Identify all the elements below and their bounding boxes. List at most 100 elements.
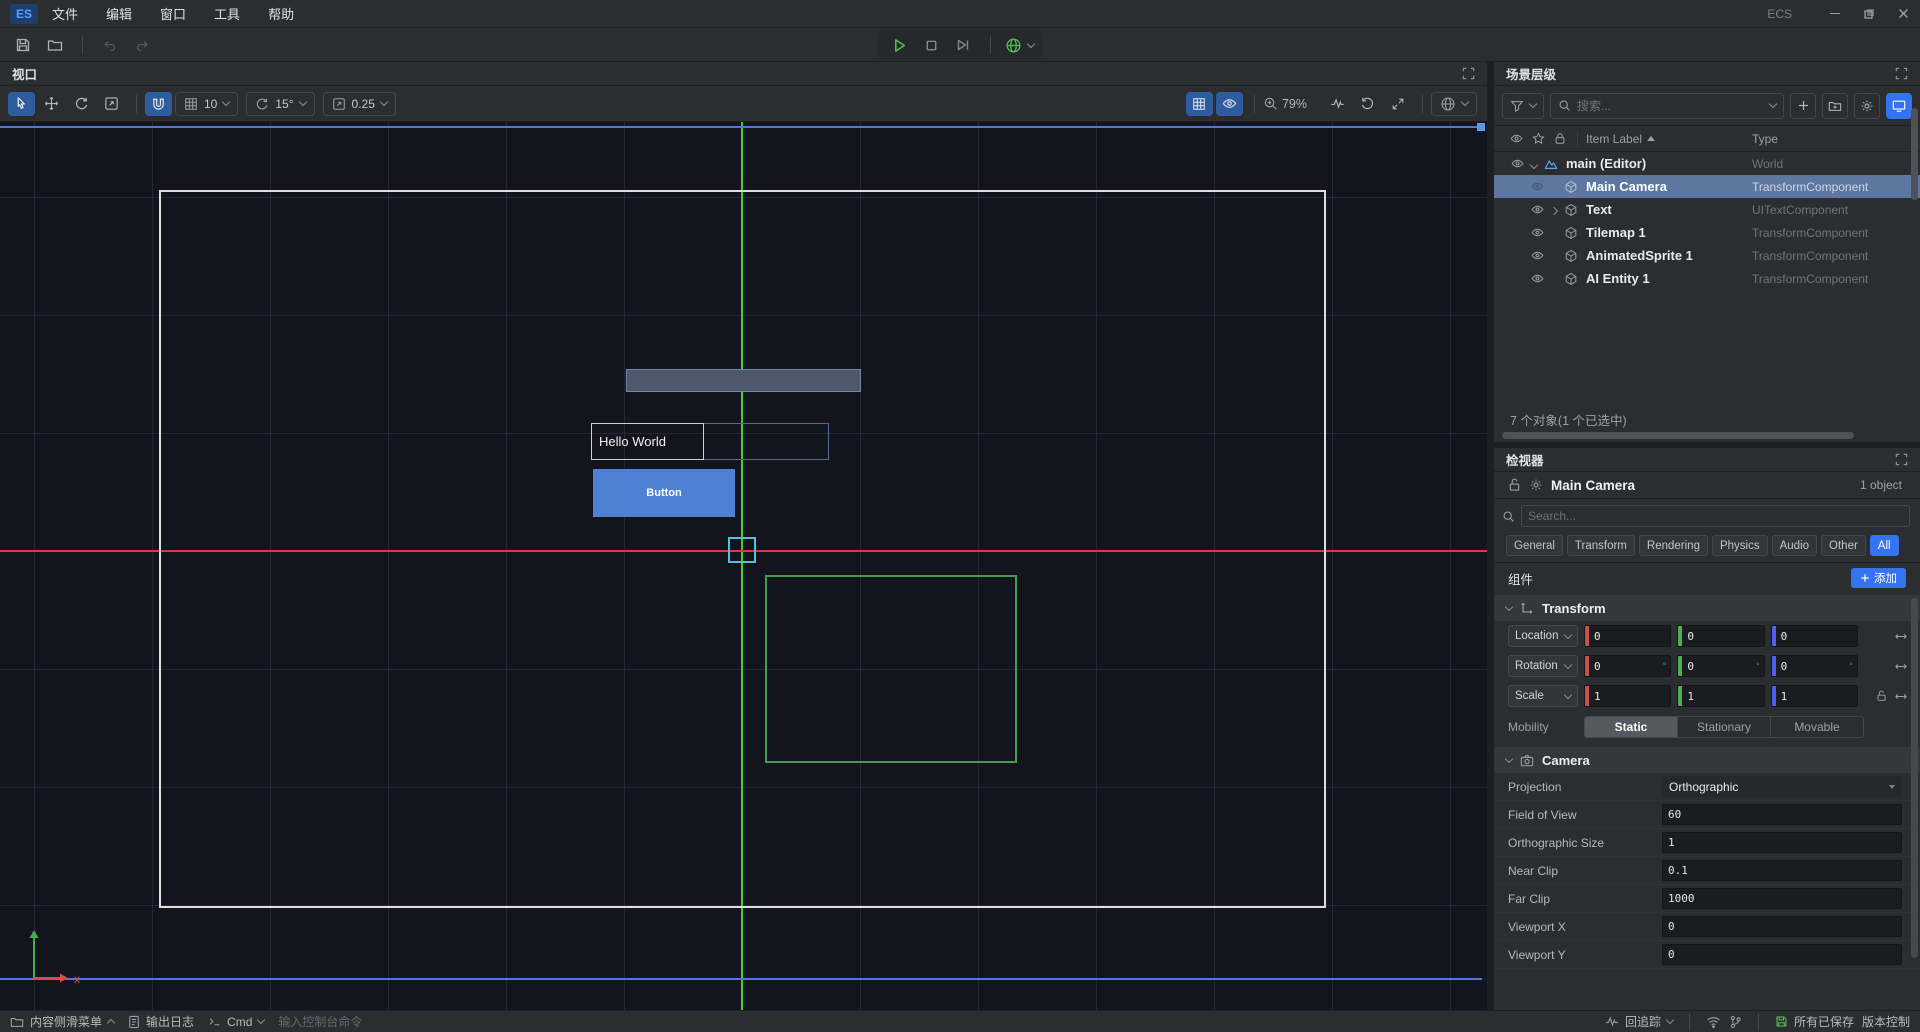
rotate-tool-button[interactable] <box>68 92 95 116</box>
entity-region-outline[interactable] <box>765 575 1017 763</box>
hierarchy-row-text[interactable]: Text UITextComponent <box>1494 198 1920 221</box>
sprite-widget[interactable] <box>626 369 861 392</box>
visibility-column-icon[interactable] <box>1510 132 1523 145</box>
zoom-level[interactable]: 79% <box>1282 97 1307 111</box>
gear-icon[interactable] <box>1529 478 1543 492</box>
menu-help[interactable]: 帮助 <box>254 0 308 27</box>
move-tool-button[interactable] <box>38 92 65 116</box>
version-control-button[interactable]: 版本控制 <box>1862 1013 1910 1030</box>
visibility-icon[interactable] <box>1528 272 1546 285</box>
hierarchy-horizontal-scrollbar[interactable] <box>1502 432 1854 439</box>
scale-z-input[interactable] <box>1776 690 1857 703</box>
panel-splitter[interactable] <box>1487 62 1494 1010</box>
open-folder-button[interactable] <box>42 33 68 57</box>
maximize-button[interactable] <box>1852 1 1886 27</box>
collapse-icon[interactable] <box>1530 161 1538 169</box>
fit-view-button[interactable] <box>1384 92 1411 116</box>
inspector-expand-icon[interactable] <box>1895 453 1908 466</box>
stop-button[interactable] <box>918 33 944 57</box>
add-entity-button[interactable] <box>1790 93 1816 119</box>
reset-view-button[interactable] <box>1354 92 1381 116</box>
app-logo[interactable]: ES <box>10 4 38 24</box>
rotation-y-input[interactable] <box>1682 660 1756 673</box>
grid-snap-dropdown[interactable]: 10 <box>175 92 238 116</box>
location-y-input[interactable] <box>1682 630 1763 643</box>
link-axes-icon[interactable] <box>1894 662 1908 671</box>
cmd-selector[interactable]: Cmd <box>208 1015 264 1029</box>
hierarchy-row-animatedsprite[interactable]: AnimatedSprite 1 TransformComponent <box>1494 244 1920 267</box>
snap-toggle-button[interactable] <box>145 92 172 116</box>
mobility-stationary-button[interactable]: Stationary <box>1678 717 1771 737</box>
play-button[interactable] <box>886 33 912 57</box>
new-folder-button[interactable] <box>1822 93 1848 119</box>
link-axes-icon[interactable] <box>1894 632 1908 641</box>
visibility-icon[interactable] <box>1508 157 1526 170</box>
link-axes-icon[interactable] <box>1894 692 1908 701</box>
world-dropdown[interactable] <box>1431 92 1477 116</box>
column-type[interactable]: Type <box>1752 132 1778 146</box>
source-control-branch-icon[interactable] <box>1729 1015 1742 1029</box>
viewport-y-input[interactable] <box>1663 948 1901 961</box>
hierarchy-search-input[interactable] <box>1577 99 1764 113</box>
search-history-chevron-icon[interactable] <box>1769 100 1777 108</box>
favorite-column-icon[interactable] <box>1532 132 1545 145</box>
visibility-icon[interactable] <box>1528 180 1546 193</box>
camera-section-header[interactable]: Camera <box>1494 747 1920 773</box>
menu-tools[interactable]: 工具 <box>200 0 254 27</box>
minimize-button[interactable] <box>1818 1 1852 27</box>
near-clip-input[interactable] <box>1663 864 1901 877</box>
save-button[interactable] <box>10 33 36 57</box>
scale-snap-dropdown[interactable]: 0.25 <box>323 92 396 116</box>
tab-rendering[interactable]: Rendering <box>1639 535 1708 556</box>
visibility-icon[interactable] <box>1528 203 1546 216</box>
grid-toggle-button[interactable] <box>1186 92 1213 116</box>
tab-audio[interactable]: Audio <box>1772 535 1817 556</box>
tab-general[interactable]: General <box>1506 535 1563 556</box>
scene-canvas[interactable]: Hello World Button x <box>0 122 1487 1010</box>
step-frame-button[interactable] <box>950 33 976 57</box>
rotation-label-dropdown[interactable]: Rotation <box>1508 655 1578 677</box>
uniform-scale-lock-icon[interactable] <box>1876 690 1887 702</box>
settings-button[interactable] <box>1854 93 1880 119</box>
scale-tool-button[interactable] <box>98 92 125 116</box>
mobility-movable-button[interactable]: Movable <box>1771 717 1863 737</box>
location-x-input[interactable] <box>1589 630 1670 643</box>
scale-y-input[interactable] <box>1682 690 1763 703</box>
projection-dropdown[interactable]: Orthographic <box>1662 776 1902 797</box>
hierarchy-row-main-camera[interactable]: Main Camera TransformComponent <box>1494 175 1920 198</box>
field-of-view-input[interactable] <box>1663 808 1901 821</box>
text-widget[interactable]: Hello World <box>591 423 829 460</box>
launch-options-chevron-icon[interactable] <box>1027 39 1035 47</box>
add-component-button[interactable]: 添加 <box>1851 568 1906 588</box>
tab-other[interactable]: Other <box>1821 535 1866 556</box>
location-z-input[interactable] <box>1776 630 1857 643</box>
lock-column-icon[interactable] <box>1554 132 1566 145</box>
hierarchy-search[interactable] <box>1550 93 1784 119</box>
hierarchy-row-tilemap[interactable]: Tilemap 1 TransformComponent <box>1494 221 1920 244</box>
content-drawer-button[interactable]: 内容侧滑菜单 <box>10 1013 114 1030</box>
inspector-search-input[interactable] <box>1528 509 1903 523</box>
lock-open-icon[interactable] <box>1508 478 1521 492</box>
menu-edit[interactable]: 编辑 <box>92 0 146 27</box>
visibility-icon[interactable] <box>1528 249 1546 262</box>
menu-window[interactable]: 窗口 <box>146 0 200 27</box>
orthographic-size-input[interactable] <box>1663 836 1901 849</box>
location-label-dropdown[interactable]: Location <box>1508 625 1578 647</box>
launch-globe-button[interactable] <box>1005 33 1022 57</box>
rotation-z-input[interactable] <box>1776 660 1850 673</box>
hierarchy-row-world[interactable]: main (Editor) World <box>1494 152 1920 175</box>
hierarchy-expand-icon[interactable] <box>1895 67 1908 80</box>
redo-button[interactable] <box>129 33 155 57</box>
console-command-input[interactable]: 输入控制台命令 <box>278 1013 362 1030</box>
tab-transform[interactable]: Transform <box>1567 535 1635 556</box>
far-clip-input[interactable] <box>1663 892 1901 905</box>
network-icon[interactable] <box>1706 1016 1721 1028</box>
rotation-x-input[interactable] <box>1589 660 1663 673</box>
expand-icon[interactable] <box>1550 207 1558 215</box>
close-button[interactable] <box>1886 1 1920 27</box>
zoom-icon[interactable] <box>1263 96 1278 111</box>
transform-section-header[interactable]: Transform <box>1494 595 1920 621</box>
filter-button[interactable] <box>1502 93 1544 119</box>
visibility-icon[interactable] <box>1528 226 1546 239</box>
viewport-expand-icon[interactable] <box>1462 67 1475 80</box>
